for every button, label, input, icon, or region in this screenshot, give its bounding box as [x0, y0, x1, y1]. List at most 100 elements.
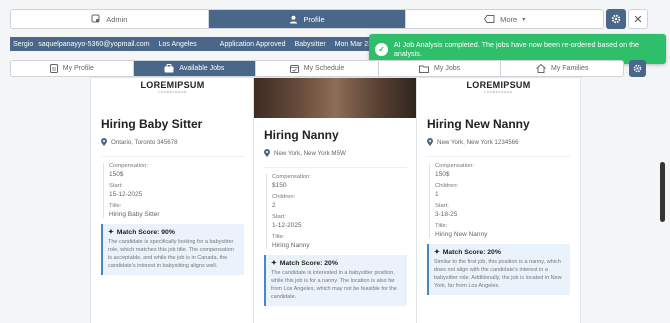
- folder-icon: [419, 65, 430, 73]
- field-value: Hiring Baby Sitter: [109, 211, 160, 218]
- tab-my-families[interactable]: My Families: [501, 61, 623, 76]
- field-compensation: Compensation: 150$: [109, 163, 254, 178]
- check-circle-icon: ✓: [375, 42, 388, 56]
- close-button[interactable]: ✕: [628, 9, 648, 29]
- divider: [427, 156, 570, 157]
- tab-my-schedule-label: My Schedule: [303, 65, 345, 72]
- job-title: Hiring New Nanny: [427, 117, 530, 131]
- field-compensation: Compensation: $150: [272, 174, 417, 189]
- job-location-text: New York, New York M5W: [274, 149, 346, 157]
- field-label: Title:: [109, 203, 122, 209]
- vertical-scrollbar[interactable]: [660, 162, 665, 222]
- user-switch-icon: [91, 14, 100, 23]
- logo-text: LOREMIPSUM: [140, 80, 205, 90]
- job-fields: Compensation: $150 Children: 2 Start: 1-…: [266, 174, 417, 249]
- location-pin-icon: [264, 149, 270, 157]
- match-score-text: The candidate is interested in a babysit…: [271, 270, 397, 300]
- job-location: New York, New York 1234566: [427, 138, 580, 146]
- match-score-header: ✦ Match Score: 20%: [434, 248, 565, 257]
- field-title: Title: Hiring Baby Sitter: [109, 203, 254, 218]
- sub-nav: My Profile Available Jobs My Schedule My…: [10, 60, 624, 77]
- tab-available-jobs[interactable]: Available Jobs: [133, 61, 257, 76]
- company-logo: LOREMIPSUM YOURSLOGAN: [91, 80, 254, 94]
- job-card[interactable]: LOREMIPSUM YOURSLOGAN Hiring New Nanny N…: [416, 77, 581, 323]
- location-pin-icon: [427, 138, 433, 146]
- settings-button[interactable]: [606, 9, 626, 29]
- field-value: 1: [435, 191, 439, 198]
- field-compensation: Compensation: 150$: [435, 163, 580, 178]
- field-label: Start:: [109, 183, 123, 189]
- home-icon: [536, 64, 546, 73]
- job-location-text: New York, New York 1234566: [437, 138, 519, 146]
- user-email: saquelpanayyo-5360@yopmail.com: [38, 40, 150, 48]
- field-label: Children:: [435, 183, 459, 189]
- briefcase-icon: [164, 64, 174, 73]
- job-card[interactable]: LOREMIPSUM YOURSLOGAN Hiring Baby Sitter…: [90, 77, 255, 323]
- match-score-label: Match Score: 20%: [442, 248, 501, 256]
- user-city: Los Angeles: [158, 40, 197, 48]
- tab-more-label: More: [500, 14, 518, 24]
- tab-my-families-label: My Families: [551, 65, 589, 72]
- job-card[interactable]: Hiring Nanny New York, New York M5W Comp…: [253, 77, 418, 323]
- match-score-header: ✦ Match Score: 20%: [271, 259, 402, 268]
- field-start: Start: 1-12-2025: [272, 214, 417, 229]
- field-label: Title:: [272, 234, 285, 240]
- field-start: Start: 3-18-25: [435, 203, 580, 218]
- tab-my-schedule[interactable]: My Schedule: [256, 61, 379, 76]
- field-label: Start:: [435, 203, 449, 209]
- top-nav: Admin Profile More ▾: [10, 9, 604, 29]
- field-value: 15-12-2025: [109, 191, 143, 198]
- sparkle-icon: ✦: [108, 229, 114, 236]
- job-title: Hiring Nanny: [264, 128, 339, 142]
- location-pin-icon: [101, 138, 107, 146]
- user-name: Sergio: [13, 40, 34, 48]
- job-title: Hiring Baby Sitter: [101, 117, 203, 131]
- company-logo: LOREMIPSUM YOURSLOGAN: [417, 80, 580, 94]
- match-score-box: ✦ Match Score: 20% The candidate is inte…: [264, 255, 407, 306]
- tab-profile-label: Profile: [303, 14, 325, 24]
- field-start: Start: 15-12-2025: [109, 183, 254, 198]
- match-score-box: ✦ Match Score: 90% The candidate is spec…: [101, 224, 244, 275]
- match-score-label: Match Score: 20%: [279, 259, 338, 267]
- chevron-down-icon: ▾: [522, 16, 526, 23]
- field-value: 1-12-2025: [272, 222, 302, 229]
- tab-admin[interactable]: Admin: [11, 10, 209, 28]
- divider: [264, 167, 407, 168]
- tab-my-jobs[interactable]: My Jobs: [379, 61, 502, 76]
- field-children: Children: 2: [272, 194, 417, 209]
- match-score-box: ✦ Match Score: 20% Similar to the first …: [427, 244, 570, 295]
- tab-more[interactable]: More ▾: [406, 10, 603, 28]
- person-icon: [290, 15, 298, 24]
- settings-button-secondary[interactable]: [629, 60, 646, 77]
- field-title: Title: Hiring New Nanny: [435, 223, 580, 238]
- logo-tagline: YOURSLOGAN: [157, 90, 188, 94]
- field-label: Compensation:: [435, 163, 474, 169]
- match-score-label: Match Score: 90%: [116, 228, 175, 236]
- job-location-text: Ontario, Toronto 345678: [111, 138, 178, 146]
- sparkle-icon: ✦: [434, 249, 440, 256]
- tab-admin-label: Admin: [106, 14, 128, 24]
- document-icon: [49, 64, 58, 73]
- tab-available-jobs-label: Available Jobs: [179, 65, 225, 72]
- field-value: 2: [272, 202, 276, 209]
- match-score-text: Similar to the first job, this position …: [434, 259, 562, 289]
- field-value: Hiring Nanny: [272, 242, 310, 249]
- field-label: Title:: [435, 223, 448, 229]
- field-value: 150$: [109, 171, 124, 178]
- match-score-header: ✦ Match Score: 90%: [108, 228, 239, 237]
- field-value: $150: [272, 182, 287, 189]
- job-location: New York, New York M5W: [264, 149, 417, 157]
- gear-icon: [611, 14, 621, 24]
- calendar-icon: [289, 65, 299, 73]
- sparkle-icon: ✦: [271, 260, 277, 267]
- logo-tagline: YOURSLOGAN: [483, 90, 514, 94]
- tab-profile[interactable]: Profile: [208, 10, 407, 28]
- job-fields: Compensation: 150$ Start: 15-12-2025 Tit…: [103, 163, 254, 218]
- gear-icon: [633, 64, 642, 73]
- field-label: Children:: [272, 194, 296, 200]
- tab-my-profile[interactable]: My Profile: [11, 61, 134, 76]
- job-fields: Compensation: 150$ Children: 1 Start: 3-…: [429, 163, 580, 238]
- toast-message: AI Job Analysis completed. The jobs have…: [393, 40, 640, 58]
- user-info-bar: Sergio saquelpanayyo-5360@yopmail.com Lo…: [10, 37, 402, 51]
- field-label: Start:: [272, 214, 286, 220]
